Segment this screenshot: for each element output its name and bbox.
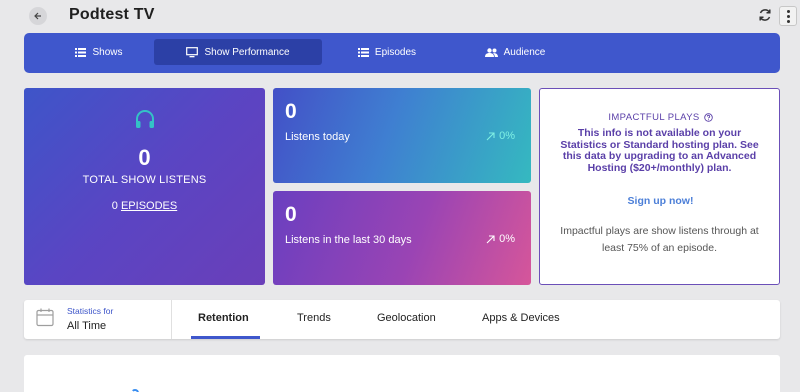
statistics-for-label: Statistics for (67, 306, 114, 316)
active-tab-indicator (191, 336, 260, 339)
statistics-bar: Statistics for All Time Retention Trends… (24, 300, 780, 339)
total-listens-value: 0 (138, 145, 151, 170)
impactful-plays-card: IMPACTFUL PLAYS This info is not availab… (539, 88, 780, 285)
sign-up-link[interactable]: Sign up now! (540, 195, 779, 207)
nav-item-shows[interactable]: Shows (64, 39, 134, 65)
trend-up-icon (486, 131, 495, 140)
tab-geolocation[interactable]: Geolocation (377, 312, 436, 324)
refresh-icon (759, 9, 771, 21)
tab-retention[interactable]: Retention (198, 312, 249, 324)
more-options-button[interactable] (779, 6, 797, 26)
nav-item-label: Show Performance (204, 46, 290, 58)
episodes-count: 0 (111, 200, 118, 212)
episodes-label: EPISODES (120, 200, 178, 212)
tab-apps-devices[interactable]: Apps & Devices (482, 312, 560, 324)
nav-item-label: Shows (92, 46, 123, 58)
impactful-plays-title: IMPACTFUL PLAYS (540, 112, 779, 123)
refresh-button[interactable] (757, 7, 773, 23)
listens-30-days-change: 0% (486, 233, 515, 245)
divider (171, 300, 172, 339)
nav-item-episodes[interactable]: Episodes (352, 39, 422, 65)
listens-today-value: 0 (285, 100, 297, 123)
main-nav: Shows Show Performance Episodes Audience (24, 33, 780, 73)
listens-30-days-label: Listens in the last 30 days (285, 234, 412, 246)
listens-today-label: Listens today (285, 131, 350, 143)
listens-30-days-card: 0 Listens in the last 30 days 0% (273, 191, 531, 285)
list-icon (357, 47, 369, 57)
nav-item-label: Audience (503, 46, 546, 58)
listens-30-days-value: 0 (285, 203, 297, 226)
change-value: 0% (499, 233, 515, 245)
top-bar: Podtest TV (0, 0, 800, 32)
people-icon (484, 47, 498, 57)
impactful-plays-message: This info is not available on your Stati… (560, 127, 759, 174)
tab-trends[interactable]: Trends (297, 312, 331, 324)
monitor-icon (186, 46, 199, 57)
page-title: Podtest TV (69, 6, 155, 23)
headphones-icon (136, 110, 154, 128)
nav-item-label: Episodes (374, 46, 417, 58)
change-value: 0% (499, 130, 515, 142)
back-button[interactable] (29, 7, 47, 25)
listens-today-card: 0 Listens today 0% (273, 88, 531, 183)
trend-up-icon (486, 234, 495, 243)
date-range-select[interactable]: All Time (67, 320, 106, 332)
list-icon (75, 47, 87, 57)
total-listens-card: 0 TOTAL SHOW LISTENS 0 EPISODES (24, 88, 265, 285)
impactful-plays-title-text: IMPACTFUL PLAYS (608, 112, 700, 123)
total-listens-label: TOTAL SHOW LISTENS (82, 174, 207, 186)
calendar-icon[interactable] (36, 308, 54, 327)
nav-item-show-performance[interactable]: Show Performance (154, 39, 322, 65)
help-icon[interactable] (703, 113, 713, 122)
impactful-plays-note: Impactful plays are show listens through… (560, 225, 759, 254)
nav-item-audience[interactable]: Audience (480, 39, 550, 65)
retention-panel (24, 355, 780, 392)
arrow-left-icon (34, 12, 41, 20)
episodes-link[interactable]: 0 EPISODES (24, 200, 265, 212)
listens-today-change: 0% (486, 130, 515, 142)
